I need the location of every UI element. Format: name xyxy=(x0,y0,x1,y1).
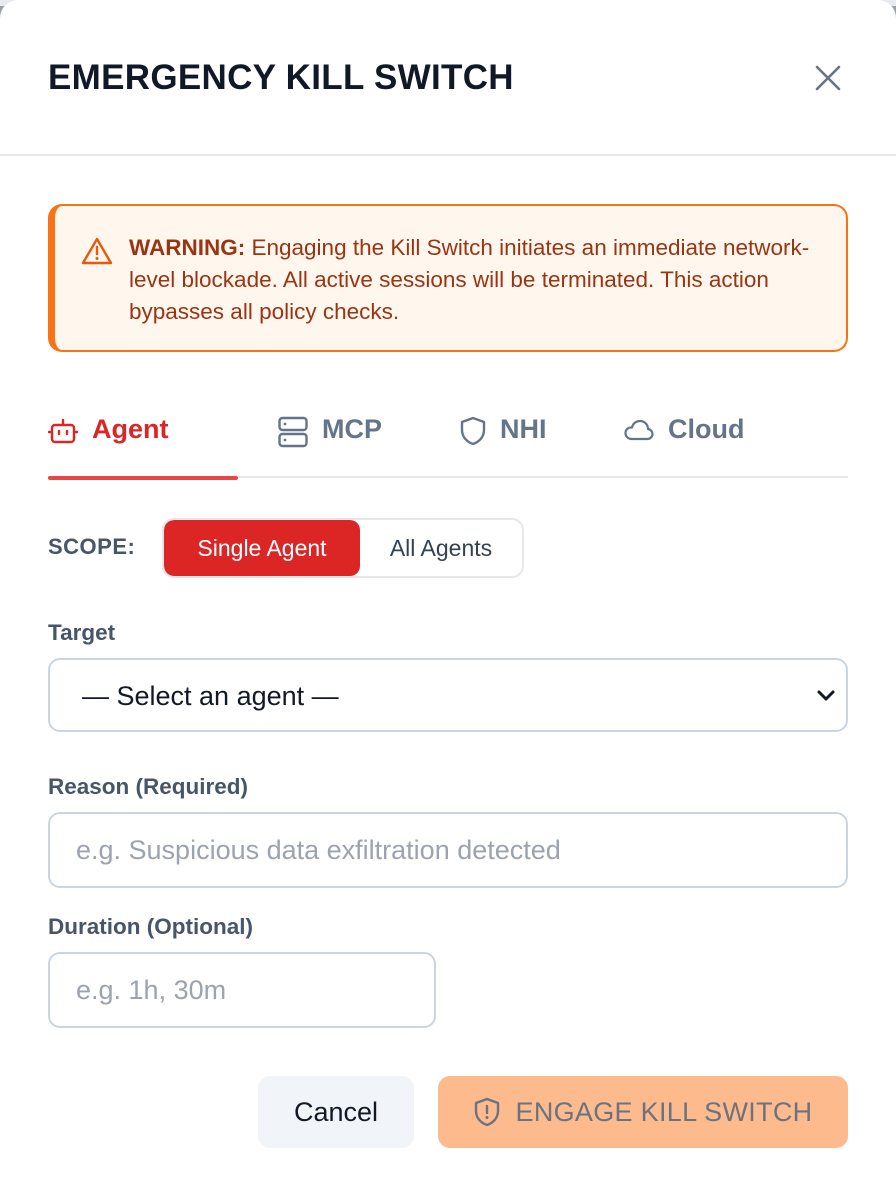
modal-header: EMERGENCY KILL SWITCH xyxy=(0,0,896,156)
close-button[interactable] xyxy=(808,58,848,98)
tab-agent-label: Agent xyxy=(92,414,169,444)
target-select-value: — Select an agent — xyxy=(82,681,339,711)
duration-field xyxy=(48,952,436,1028)
scope-single-agent-button[interactable]: Single Agent xyxy=(164,520,360,576)
target-label: Target xyxy=(48,620,116,645)
engage-kill-switch-button[interactable]: ENGAGE KILL SWITCH xyxy=(438,1076,848,1148)
scope-toggle: Single Agent All Agents xyxy=(162,518,524,578)
tab-bar: Agent MCP NHI Cloud xyxy=(48,402,848,480)
reason-label: Reason (Required) xyxy=(48,774,249,799)
engage-button-label: ENGAGE KILL SWITCH xyxy=(515,1096,813,1127)
reason-field xyxy=(48,812,848,888)
chevron-down-icon xyxy=(817,690,835,701)
duration-label: Duration (Optional) xyxy=(48,914,253,939)
cancel-button[interactable]: Cancel xyxy=(258,1076,414,1148)
shield-icon xyxy=(460,416,486,446)
close-icon xyxy=(815,65,841,91)
warning-text: WARNING: Engaging the Kill Switch initia… xyxy=(129,232,819,328)
tab-cloud[interactable]: Cloud xyxy=(624,402,744,478)
tab-mcp-label: MCP xyxy=(322,414,382,444)
robot-icon xyxy=(48,418,78,444)
target-select[interactable]: — Select an agent — xyxy=(48,658,848,732)
tab-nhi-label: NHI xyxy=(500,414,547,444)
kill-switch-modal: EMERGENCY KILL SWITCH WARNING: Engaging … xyxy=(0,0,896,1196)
scope-all-agents-button[interactable]: All Agents xyxy=(360,520,522,576)
warning-banner: WARNING: Engaging the Kill Switch initia… xyxy=(48,204,848,352)
warning-label: WARNING: xyxy=(129,235,246,260)
cancel-button-label: Cancel xyxy=(293,1096,379,1127)
tab-cloud-label: Cloud xyxy=(668,414,745,444)
reason-input[interactable] xyxy=(50,814,846,886)
tab-mcp[interactable]: MCP xyxy=(278,402,382,478)
tab-nhi[interactable]: NHI xyxy=(460,402,547,478)
modal-title: EMERGENCY KILL SWITCH xyxy=(48,58,514,97)
shield-alert-icon xyxy=(474,1097,499,1127)
duration-input[interactable] xyxy=(50,954,434,1026)
warning-triangle-icon xyxy=(81,237,113,265)
cloud-icon xyxy=(624,419,654,441)
scope-label: SCOPE: xyxy=(48,534,136,559)
tab-agent[interactable]: Agent xyxy=(48,402,238,480)
server-icon xyxy=(278,416,308,448)
